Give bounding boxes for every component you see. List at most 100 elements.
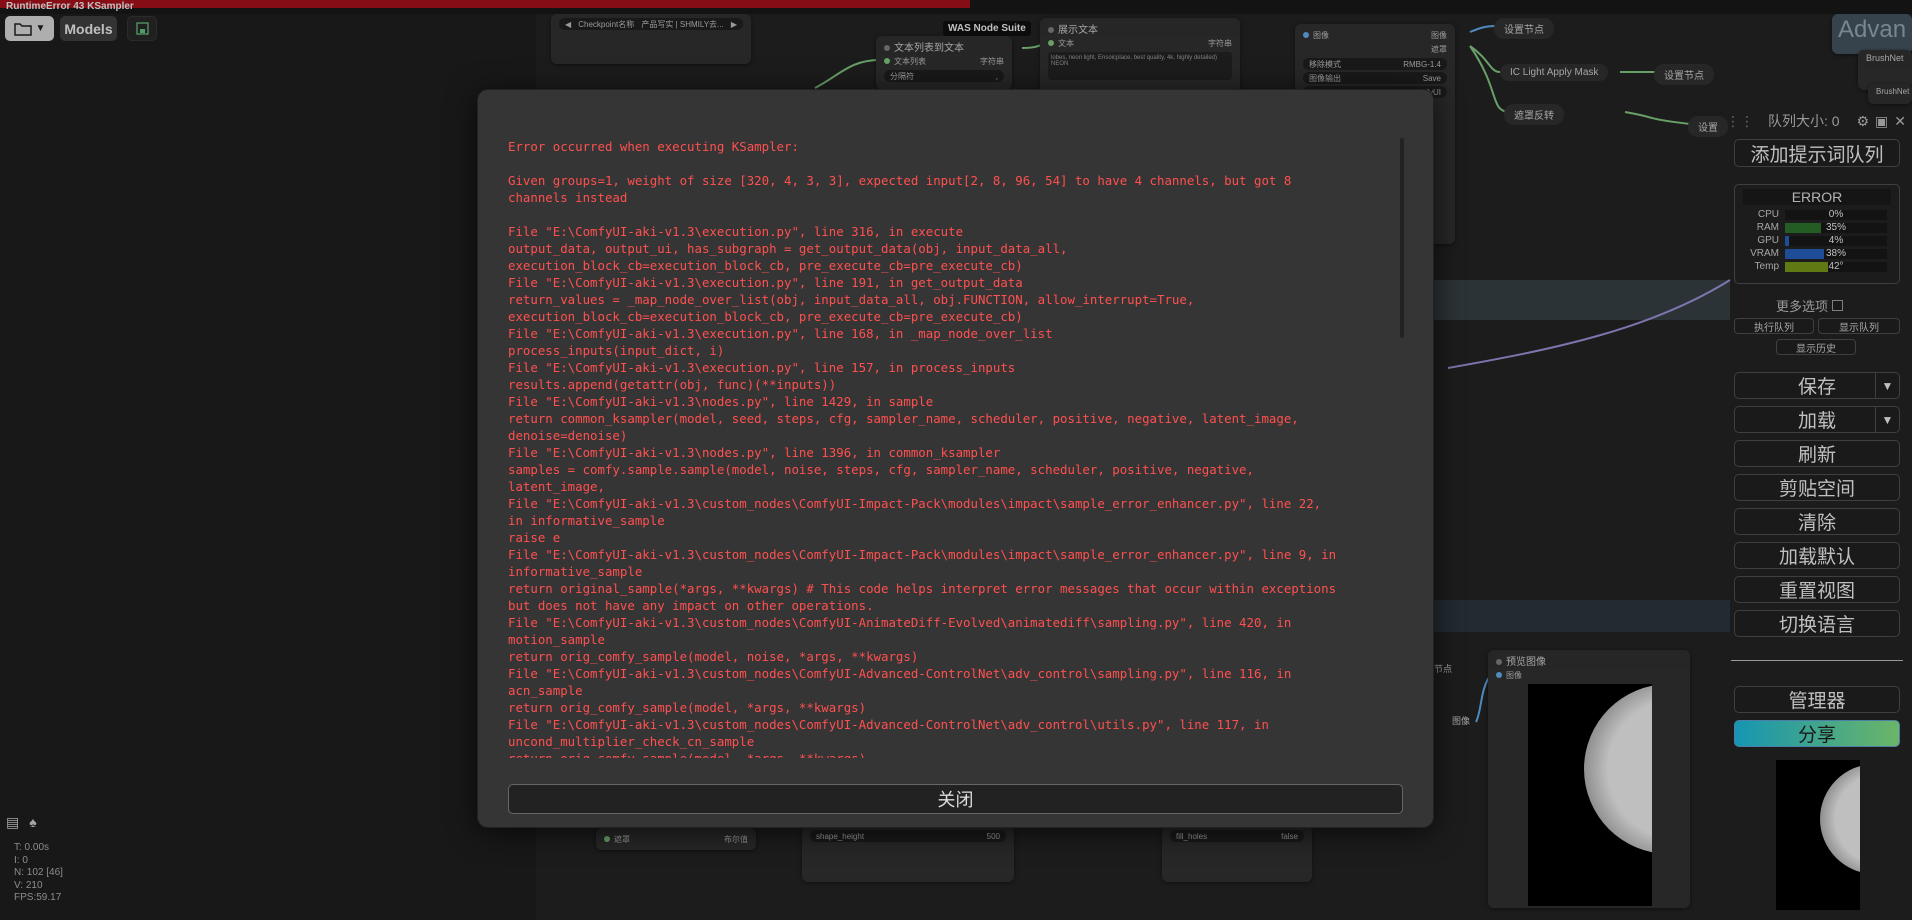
- input-label: 文本列表: [894, 56, 926, 66]
- shape-height-widget[interactable]: shape_height 500: [810, 830, 1006, 842]
- refresh-button[interactable]: 刷新: [1734, 440, 1900, 467]
- show-queue-button[interactable]: 显示队列: [1818, 318, 1900, 334]
- meter-cpu: CPU 0%: [1735, 208, 1899, 221]
- save-button[interactable]: 保存 ▼: [1734, 372, 1900, 399]
- more-options-checkbox[interactable]: [1832, 300, 1844, 311]
- canvas-stats: T: 0.00s I: 0 N: 102 [46] V: 210 FPS:59.…: [14, 842, 63, 905]
- queue-header: ⋮⋮ 队列大小: 0 ⚙ ▣ ✕: [1726, 110, 1912, 132]
- output-mask-label: 遮罩: [1431, 44, 1447, 54]
- input-label: 文本: [1058, 38, 1074, 48]
- queue-prompt-button[interactable]: 添加提示词队列: [1734, 139, 1900, 167]
- text-list-to-text-node[interactable]: 文本列表到文本 文本列表 字符串 分隔符,: [876, 36, 1012, 90]
- meter-value: 38%: [1825, 247, 1846, 259]
- execution-progress-bar: [0, 0, 970, 8]
- set-node-3[interactable]: 设置: [1688, 116, 1728, 137]
- folder-icon: [13, 22, 32, 36]
- preview-side-node-fragment: 节点: [1434, 662, 1452, 675]
- widget-value: 500: [986, 831, 1000, 841]
- load-button[interactable]: 加载 ▼: [1734, 406, 1900, 433]
- clipspace-button[interactable]: 剪贴空间: [1734, 474, 1900, 501]
- advanced-group-node[interactable]: Advan: [1832, 14, 1912, 54]
- chevron-down-icon[interactable]: ▼: [1875, 373, 1899, 398]
- tree-icon[interactable]: ♠: [29, 814, 36, 831]
- show-text-body: lobes, neon light, Ensoicplace, best qua…: [1048, 52, 1232, 80]
- more-options-label: 更多选项: [1776, 299, 1829, 314]
- widget-label: 图像输出: [1309, 73, 1341, 83]
- load-label: 加载: [1797, 411, 1836, 432]
- image-output-widget[interactable]: 图像输出 Save: [1303, 72, 1447, 84]
- input-label: 图像: [1506, 670, 1522, 680]
- close-button[interactable]: 关闭: [508, 784, 1403, 814]
- stat-time: T: 0.00s: [14, 842, 50, 853]
- widget-label: fill_holes: [1176, 831, 1208, 841]
- panel-divider: [1731, 660, 1903, 661]
- show-history-button[interactable]: 显示历史: [1776, 339, 1856, 355]
- bottom-left-icons: ▤ ♠: [6, 814, 37, 831]
- reset-view-button[interactable]: 重置视图: [1734, 576, 1900, 603]
- collapse-dot-icon[interactable]: [1048, 27, 1054, 33]
- input-slot-icon[interactable]: [1303, 31, 1309, 38]
- ic-light-apply-mask-node[interactable]: IC Light Apply Mask: [1500, 64, 1609, 81]
- input-slot-icon[interactable]: [1048, 39, 1054, 46]
- input-slot-icon[interactable]: [884, 57, 890, 64]
- chevron-right-icon[interactable]: ▶: [731, 20, 737, 29]
- shape-height-node[interactable]: shape_height 500: [802, 826, 1014, 882]
- brushnet-node-2[interactable]: BrushNet: [1868, 84, 1912, 104]
- switch-language-button[interactable]: 切换语言: [1734, 610, 1900, 637]
- gear-icon[interactable]: ⚙: [1856, 113, 1869, 130]
- bool-label: 布尔值: [724, 834, 748, 844]
- widget-value: Save: [1422, 73, 1441, 83]
- manager-button[interactable]: 管理器: [1734, 686, 1900, 713]
- document-icon[interactable]: ▤: [6, 814, 19, 831]
- node-title: 展示文本: [1058, 25, 1098, 36]
- close-icon[interactable]: ✕: [1894, 113, 1906, 130]
- side-node-label: 节点: [1434, 664, 1453, 674]
- window-title: RuntimeError 43 KSampler: [6, 1, 134, 12]
- widget-label: 移除模式: [1309, 59, 1341, 69]
- separator-widget[interactable]: 分隔符,: [884, 70, 1004, 82]
- more-options-toggle[interactable]: 更多选项: [1776, 296, 1844, 315]
- checkpoint-loader-node[interactable]: ◀ Checkpoint名称 产品写实 | SHMILY去... ▶: [551, 14, 751, 64]
- models-button[interactable]: Models: [60, 16, 117, 41]
- error-dialog: Error occurred when executing KSampler: …: [478, 90, 1433, 827]
- error-scrollbar[interactable]: [1400, 138, 1404, 338]
- group-title: Advan: [1838, 16, 1907, 43]
- input-slot-icon[interactable]: [604, 835, 610, 842]
- preview-image[interactable]: [1528, 684, 1652, 906]
- remove-mode-widget[interactable]: 移除模式 RMBG-1.4: [1303, 58, 1447, 70]
- meter-label: RAM: [1756, 222, 1779, 233]
- show-text-node[interactable]: 展示文本 文本 字符串 lobes, neon light, Ensoicplac…: [1040, 18, 1240, 92]
- workflow-folder-button[interactable]: ▼: [5, 16, 54, 41]
- clear-button[interactable]: 清除: [1734, 508, 1900, 535]
- chevron-down-icon[interactable]: ▼: [1875, 407, 1899, 432]
- meter-bar: 42°: [1785, 261, 1887, 272]
- meter-gpu: GPU 4%: [1735, 234, 1899, 247]
- drag-handle-icon[interactable]: ⋮⋮: [1726, 113, 1754, 130]
- fill-holes-widget[interactable]: fill_holes false: [1170, 830, 1304, 842]
- meter-label: CPU: [1757, 209, 1779, 220]
- node-title: 文本列表到文本: [894, 43, 964, 54]
- collapse-dot-icon[interactable]: [1496, 659, 1502, 665]
- bottom-mask-node[interactable]: 遮罩 布尔值: [596, 828, 756, 850]
- mask-invert-node[interactable]: 遮罩反转: [1504, 104, 1564, 125]
- set-node-2[interactable]: 设置节点: [1654, 64, 1714, 85]
- status-label: ERROR: [1743, 189, 1891, 205]
- output-image-label: 图像: [1431, 30, 1447, 40]
- fill-holes-node[interactable]: fill_holes false: [1162, 826, 1312, 882]
- meter-label: Temp: [1754, 261, 1779, 272]
- exec-queue-button[interactable]: 执行队列: [1734, 318, 1814, 334]
- checkpoint-widget-value: 产品写实 | SHMILY去...: [641, 19, 724, 29]
- image-icon[interactable]: ▣: [1875, 113, 1888, 130]
- chevron-left-icon[interactable]: ◀: [565, 20, 571, 29]
- input-slot-icon[interactable]: [1496, 671, 1502, 678]
- panel-preview-image[interactable]: [1776, 760, 1860, 910]
- output-label: 字符串: [1208, 38, 1232, 48]
- load-default-button[interactable]: 加载默认: [1734, 542, 1900, 569]
- output-label: 字符串: [980, 56, 1004, 66]
- checkpoint-widget[interactable]: ◀ Checkpoint名称 产品写实 | SHMILY去... ▶: [559, 18, 743, 30]
- widget-label: 分隔符: [890, 71, 914, 81]
- share-button[interactable]: 分享: [1734, 720, 1900, 747]
- set-node-1[interactable]: 设置节点: [1494, 18, 1554, 39]
- save-workflow-button[interactable]: [127, 16, 157, 41]
- collapse-dot-icon[interactable]: [884, 45, 890, 51]
